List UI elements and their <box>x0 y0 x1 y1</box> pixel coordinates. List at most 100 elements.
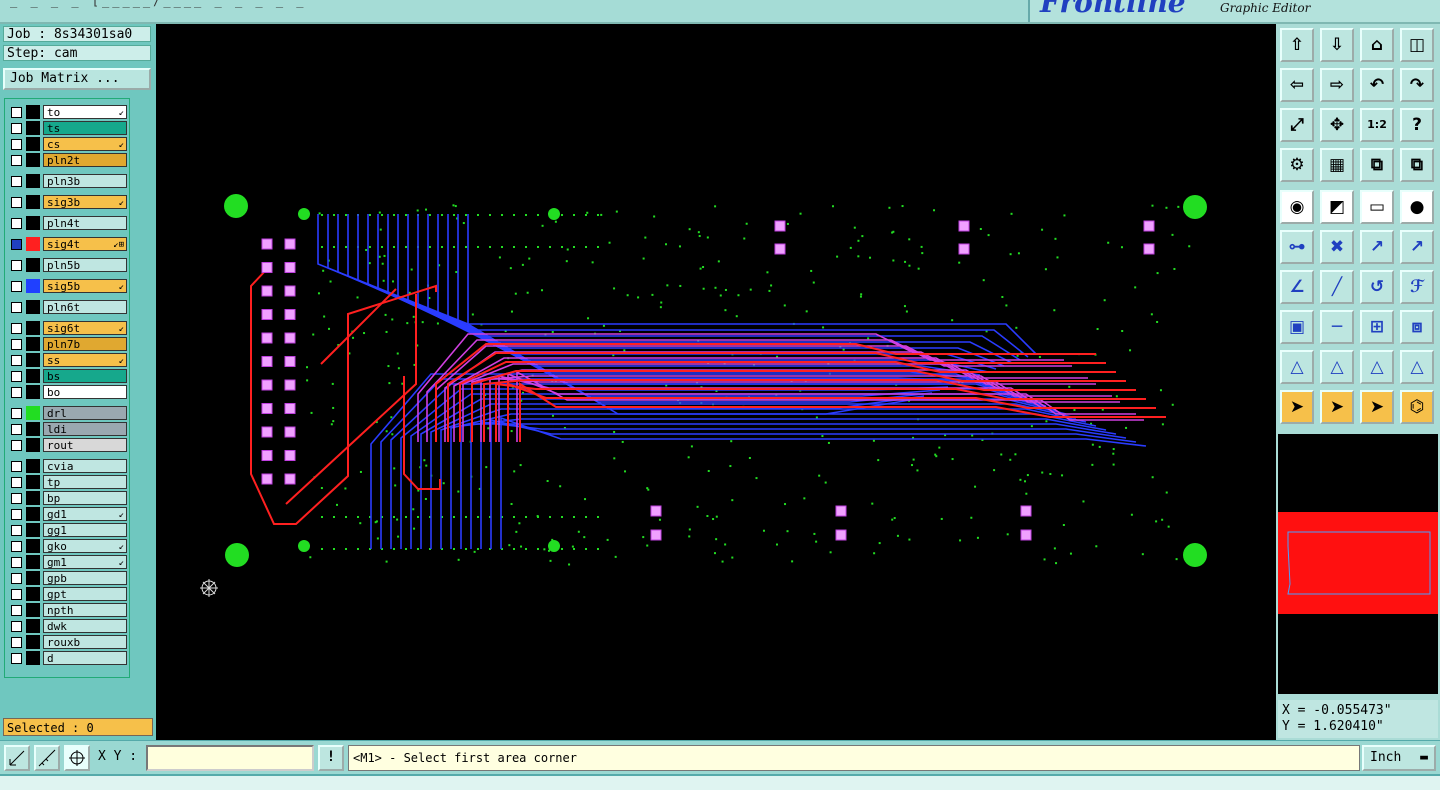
layer-name[interactable]: pln3b <box>43 174 127 188</box>
layer-color-swatch[interactable] <box>26 475 40 489</box>
layer-color-swatch[interactable] <box>26 369 40 383</box>
window-button[interactable]: ◫ <box>1400 28 1434 62</box>
layer-color-swatch[interactable] <box>26 438 40 452</box>
layer-name[interactable]: dwk <box>43 619 127 633</box>
pan-right-button[interactable]: ⇨ <box>1320 68 1354 102</box>
layer-checkbox[interactable] <box>11 621 22 632</box>
layer-checkbox[interactable] <box>11 339 22 350</box>
layer-color-swatch[interactable] <box>26 353 40 367</box>
layer-name[interactable]: gg1 <box>43 523 127 537</box>
triangle-b-button[interactable]: △ <box>1320 350 1354 384</box>
layer-checkbox[interactable] <box>11 605 22 616</box>
select-button[interactable]: ➤ <box>1280 390 1314 424</box>
grid-mode-button[interactable] <box>64 745 90 771</box>
layer-name[interactable]: pln2t <box>43 153 127 167</box>
pan-left-button[interactable]: ⇦ <box>1280 68 1314 102</box>
undo-button[interactable]: ↶ <box>1360 68 1394 102</box>
layer-name[interactable]: gko ↙ <box>43 539 127 553</box>
layer-row-pln2t[interactable]: pln2t <box>8 153 127 167</box>
layer-row-pln3b[interactable]: pln3b <box>8 174 127 188</box>
layer-row-pln7b[interactable]: pln7b <box>8 337 127 351</box>
layer-checkbox[interactable] <box>11 493 22 504</box>
layer-color-swatch[interactable] <box>26 619 40 633</box>
layer-color-swatch[interactable] <box>26 571 40 585</box>
layer-checkbox[interactable] <box>11 637 22 648</box>
layer-row-ss[interactable]: ss ↙ <box>8 353 127 367</box>
layer-checkbox[interactable] <box>11 589 22 600</box>
layer-row-sig5b[interactable]: sig5b ↙ <box>8 279 127 293</box>
layer-name[interactable]: gm1 ↙ <box>43 555 127 569</box>
copy-button[interactable]: ↗ <box>1400 230 1434 264</box>
layer-name[interactable]: cvia <box>43 459 127 473</box>
grid-button[interactable]: ▦ <box>1320 148 1354 182</box>
settings-button[interactable]: ⚙ <box>1280 148 1314 182</box>
line-button[interactable]: ╱ <box>1320 270 1354 304</box>
layer-name[interactable]: ldi <box>43 422 127 436</box>
layer-checkbox[interactable] <box>11 281 22 292</box>
redo-button[interactable]: ↷ <box>1400 68 1434 102</box>
menu-bar[interactable]: _ _ _ _ [_____/____ _ _ _ _ _ <box>10 0 307 8</box>
layer-color-swatch[interactable] <box>26 174 40 188</box>
graphic-canvas[interactable] <box>156 24 1276 740</box>
angle-button[interactable]: ∠ <box>1280 270 1314 304</box>
layer-checkbox[interactable] <box>11 155 22 166</box>
layer-row-ts[interactable]: ts <box>8 121 127 135</box>
layer-name[interactable]: bp <box>43 491 127 505</box>
layer-name[interactable]: pln4t <box>43 216 127 230</box>
zoom-in-area-button[interactable]: ⇩ <box>1320 28 1354 62</box>
layer-color-swatch[interactable] <box>26 603 40 617</box>
measure-button[interactable]: ⊞ <box>1360 310 1394 344</box>
layer-color-swatch[interactable] <box>26 321 40 335</box>
draw-button[interactable]: ◩ <box>1320 190 1354 224</box>
layer-name[interactable]: d <box>43 651 127 665</box>
pcb-view[interactable] <box>156 24 1276 740</box>
layer-color-swatch[interactable] <box>26 258 40 272</box>
layer-row-gpb[interactable]: gpb <box>8 571 127 585</box>
select-net-button[interactable]: ⌬ <box>1400 390 1434 424</box>
connect-button[interactable]: ⊶ <box>1280 230 1314 264</box>
layer-color-swatch[interactable] <box>26 105 40 119</box>
layer-checkbox[interactable] <box>11 260 22 271</box>
layer-row-bs[interactable]: bs <box>8 369 127 383</box>
layer-row-rouxb[interactable]: rouxb <box>8 635 127 649</box>
triangle-d-button[interactable]: △ <box>1400 350 1434 384</box>
layer-row-gg1[interactable]: gg1 <box>8 523 127 537</box>
layer-color-swatch[interactable] <box>26 587 40 601</box>
layer-name[interactable]: bs <box>43 369 127 383</box>
layer-color-swatch[interactable] <box>26 137 40 151</box>
layer-row-pln5b[interactable]: pln5b <box>8 258 127 272</box>
layer-name[interactable]: ss ↙ <box>43 353 127 367</box>
layer-checkbox[interactable] <box>11 440 22 451</box>
layer-row-gko[interactable]: gko ↙ <box>8 539 127 553</box>
layer-checkbox[interactable] <box>11 323 22 334</box>
zoom-home-button[interactable]: ⇧ <box>1280 28 1314 62</box>
layer-name[interactable]: tp <box>43 475 127 489</box>
layer-row-ldi[interactable]: ldi <box>8 422 127 436</box>
layer-name[interactable]: bo <box>43 385 127 399</box>
layer-row-sig4t[interactable]: sig4t ↙⊞ <box>8 237 127 251</box>
layer-color-swatch[interactable] <box>26 523 40 537</box>
snap-button[interactable]: ◉ <box>1280 190 1314 224</box>
layer-name[interactable]: gpb <box>43 571 127 585</box>
layer-checkbox[interactable] <box>11 139 22 150</box>
layer-checkbox[interactable] <box>11 541 22 552</box>
layer-row-pln4t[interactable]: pln4t <box>8 216 127 230</box>
layer-checkbox[interactable] <box>11 387 22 398</box>
ruler-button[interactable]: ▭ <box>1360 190 1394 224</box>
layer-color-swatch[interactable] <box>26 651 40 665</box>
layer-row-drl[interactable]: drl <box>8 406 127 420</box>
layer-row-d[interactable]: d <box>8 651 127 665</box>
delete-button[interactable]: ✖ <box>1320 230 1354 264</box>
job-matrix-button[interactable]: Job Matrix ... <box>3 68 151 90</box>
layer-color-swatch[interactable] <box>26 337 40 351</box>
layer-color-swatch[interactable] <box>26 491 40 505</box>
layer-checkbox[interactable] <box>11 461 22 472</box>
layer-name[interactable]: pln7b <box>43 337 127 351</box>
home-button[interactable]: ⌂ <box>1360 28 1394 62</box>
layer-name[interactable]: rouxb <box>43 635 127 649</box>
layer-color-swatch[interactable] <box>26 279 40 293</box>
layer-row-gm1[interactable]: gm1 ↙ <box>8 555 127 569</box>
layer-name[interactable]: to ↙ <box>43 105 127 119</box>
layer-row-gd1[interactable]: gd1 ↙ <box>8 507 127 521</box>
overview-map[interactable] <box>1278 434 1438 694</box>
